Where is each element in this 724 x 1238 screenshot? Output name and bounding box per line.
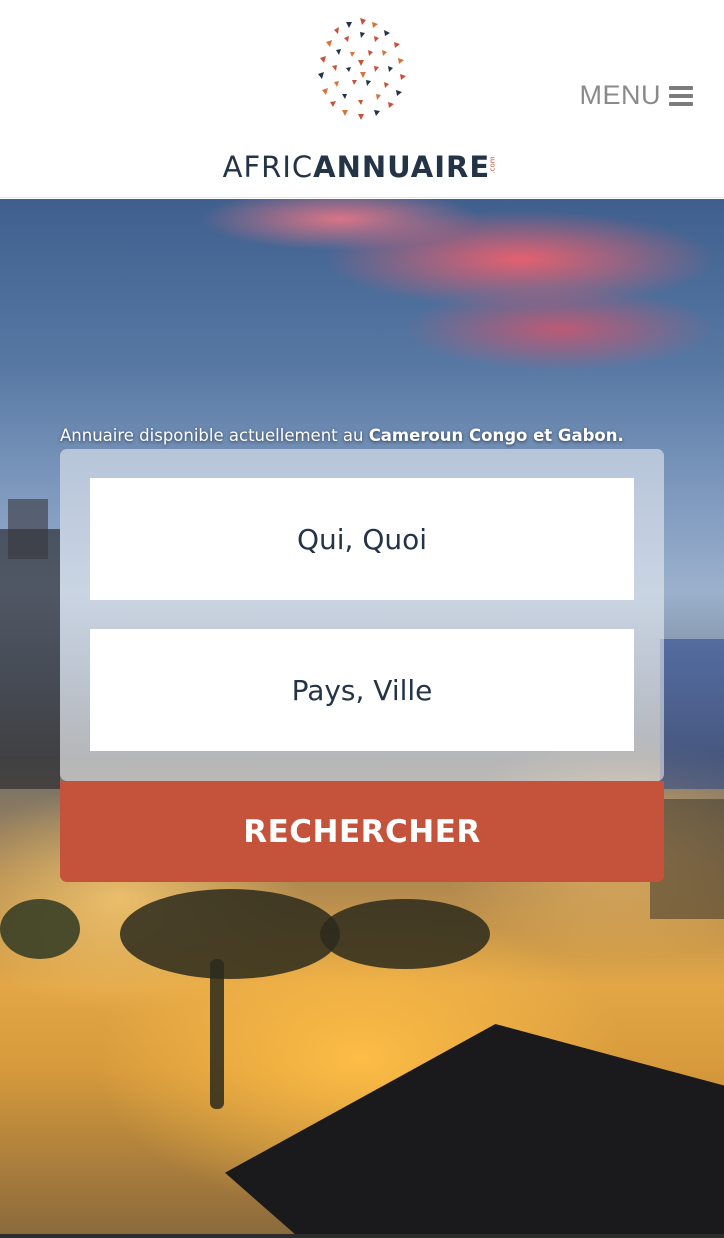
search-button[interactable]: RECHERCHER xyxy=(60,781,664,882)
rooftop-silhouette xyxy=(225,1024,724,1234)
palm-tree xyxy=(210,959,224,1109)
bottom-edge-bar xyxy=(0,1234,724,1238)
building-silhouette xyxy=(0,529,60,789)
tagline-prefix: Annuaire disponible actuellement au xyxy=(60,426,369,445)
palm-tree xyxy=(320,899,490,969)
site-header: AFRICANNUAIRE.com MENU xyxy=(0,0,724,198)
tagline-suffix: . xyxy=(617,426,624,445)
logo-mark-icon[interactable] xyxy=(306,14,418,126)
availability-tagline: Annuaire disponible actuellement au Came… xyxy=(60,426,624,445)
building-silhouette xyxy=(8,499,48,559)
palm-tree xyxy=(120,889,340,979)
hero-section: Annuaire disponible actuellement au Came… xyxy=(0,199,724,1234)
brand-wordmark[interactable]: AFRICANNUAIRE.com xyxy=(0,150,724,184)
building-silhouette xyxy=(660,639,724,789)
brand-wordmark-bold: ANNUAIRE xyxy=(313,150,491,184)
search-form: RECHERCHER xyxy=(60,449,664,882)
hamburger-icon xyxy=(669,85,693,106)
tagline-countries: Cameroun Congo et Gabon xyxy=(368,426,618,445)
menu-button[interactable]: MENU xyxy=(579,80,693,111)
menu-label: MENU xyxy=(579,80,661,110)
palm-tree xyxy=(0,899,80,959)
what-search-input[interactable] xyxy=(90,478,634,600)
brand-wordmark-light: AFRIC xyxy=(222,150,314,184)
brand-wordmark-suffix: .com xyxy=(488,156,497,174)
where-search-input[interactable] xyxy=(90,629,634,751)
